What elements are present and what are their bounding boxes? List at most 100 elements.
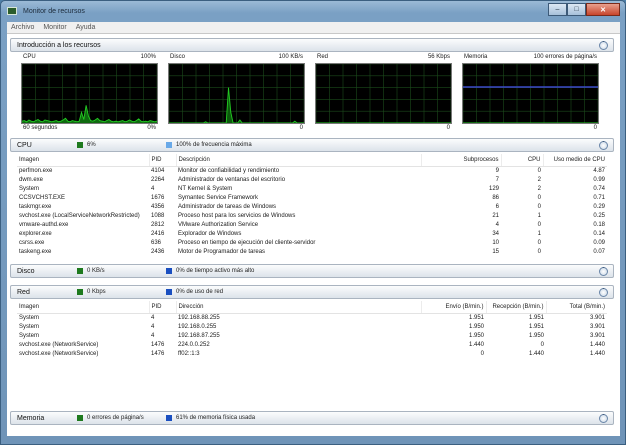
process-cell: 636 bbox=[151, 239, 162, 246]
network-cell: 3.901 bbox=[589, 314, 605, 321]
process-cell: 0 bbox=[537, 221, 541, 228]
cpu-table-header: Imagen PID Descripción Subprocesos CPU U… bbox=[17, 154, 607, 167]
column-header-total[interactable]: Total (B/min.) bbox=[546, 301, 607, 314]
network-graph bbox=[315, 63, 452, 124]
memory-graph-max: 100 errores de página/s bbox=[533, 54, 597, 60]
maximize-button[interactable]: □ bbox=[567, 3, 586, 16]
network-cell: 3.901 bbox=[589, 332, 605, 339]
process-cell: explorer.exe bbox=[19, 230, 52, 237]
menu-archivo[interactable]: Archivo bbox=[11, 24, 34, 31]
network-cell: 1.440 bbox=[589, 350, 605, 357]
column-header-image[interactable]: Imagen bbox=[17, 301, 150, 314]
cpu-section-header[interactable]: CPU 6% 100% de frecuencia máxima ˆ bbox=[10, 138, 614, 152]
disk-graph-label: Disco bbox=[170, 54, 186, 60]
network-cell: 1476 bbox=[151, 350, 165, 357]
process-cell: 0.18 bbox=[593, 221, 605, 228]
network-cell: 3.901 bbox=[589, 323, 605, 330]
network-cell: 1.951 bbox=[528, 323, 544, 330]
network-row[interactable]: System 4 192.168.87.255 1.950 1.950 3.901 bbox=[17, 331, 607, 340]
overview-title: Introducción a los recursos bbox=[17, 41, 101, 49]
process-cell: 0.99 bbox=[593, 176, 605, 183]
process-cell: 1 bbox=[537, 212, 541, 219]
network-cell: 4 bbox=[151, 332, 155, 339]
process-cell: Monitor de confiabilidad y rendimiento bbox=[178, 167, 280, 174]
column-header-avg-cpu[interactable]: Uso medio de CPU bbox=[543, 154, 607, 167]
cpu-usage-legend-icon bbox=[77, 142, 83, 148]
collapse-network-icon[interactable]: ˆ bbox=[599, 288, 608, 297]
network-row[interactable]: System 4 192.168.88.255 1.951 1.951 3.901 bbox=[17, 313, 607, 322]
process-cell: 4.87 bbox=[593, 167, 605, 174]
network-io-legend-icon bbox=[77, 289, 83, 295]
process-cell: vmware-authd.exe bbox=[19, 221, 69, 228]
network-row[interactable]: svchost.exe (NetworkService) 1476 224.0.0.… bbox=[17, 340, 607, 349]
main-content: Introducción a los recursos ˆ CPU 100% 60… bbox=[7, 34, 620, 436]
network-row[interactable]: svchost.exe (NetworkService) 1476 ff02::1:… bbox=[17, 349, 607, 358]
network-cell: svchost.exe (NetworkService) bbox=[19, 350, 99, 357]
memory-graph-label: Memoria bbox=[464, 54, 488, 60]
process-row[interactable]: svchost.exe (LocalServiceNetworkRestrict… bbox=[17, 211, 607, 220]
cpu-graph-panel: CPU 100% 60 segundos 0% bbox=[21, 54, 158, 134]
process-row[interactable]: csrss.exe 636 Proceso en tiempo de ejecuci… bbox=[17, 238, 607, 247]
process-row[interactable]: taskmgr.exe 4356 Administrador de tareas d… bbox=[17, 202, 607, 211]
network-table-header: Imagen PID Dirección Envío (B/min.) Rece… bbox=[17, 301, 607, 314]
menu-monitor[interactable]: Monitor bbox=[43, 24, 66, 31]
process-cell: 1 bbox=[537, 230, 541, 237]
network-cell: 224.0.0.252 bbox=[178, 341, 210, 348]
minimize-button[interactable]: – bbox=[548, 3, 567, 16]
process-cell: Explorador de Windows bbox=[178, 230, 242, 237]
column-header-address[interactable]: Dirección bbox=[176, 301, 422, 314]
network-activity-table: Imagen PID Dirección Envío (B/min.) Rece… bbox=[17, 301, 607, 371]
process-row[interactable]: dwm.exe 2264 Administrador de ventanas del… bbox=[17, 175, 607, 184]
column-header-image[interactable]: Imagen bbox=[17, 154, 150, 167]
memory-graph-panel: Memoria 100 errores de página/s 0 bbox=[462, 54, 599, 134]
network-row[interactable]: System 4 192.168.0.255 1.950 1.951 3.901 bbox=[17, 322, 607, 331]
process-row[interactable]: CCSVCHST.EXE 1676 Symantec Service Framewo… bbox=[17, 193, 607, 202]
process-cell: Symantec Service Framework bbox=[178, 194, 259, 201]
menu-ayuda[interactable]: Ayuda bbox=[76, 24, 96, 31]
collapse-cpu-icon[interactable]: ˆ bbox=[599, 141, 608, 150]
disk-section-title: Disco bbox=[17, 267, 35, 275]
column-header-receive[interactable]: Recepción (B/min.) bbox=[486, 301, 547, 314]
cpu-usage-summary: 6% bbox=[87, 142, 96, 148]
process-cell: 6 bbox=[495, 203, 499, 210]
column-header-pid[interactable]: PID bbox=[149, 154, 177, 167]
disk-io-legend-icon bbox=[77, 268, 83, 274]
network-usage-legend-icon bbox=[166, 289, 172, 295]
title-bar[interactable]: Monitor de recursos – □ ✕ bbox=[1, 1, 625, 22]
resource-monitor-window: Monitor de recursos – □ ✕ Archivo Monito… bbox=[0, 0, 626, 445]
column-header-send[interactable]: Envío (B/min.) bbox=[421, 301, 487, 314]
memory-section-title: Memoria bbox=[17, 414, 45, 422]
network-cell: 4 bbox=[151, 323, 155, 330]
network-cell: 1.950 bbox=[468, 323, 484, 330]
process-cell: Proceso en tiempo de ejecución del clien… bbox=[178, 239, 316, 246]
column-header-threads[interactable]: Subprocesos bbox=[421, 154, 502, 167]
network-section-header[interactable]: Red 0 Kbps 0% de uso de red ˆ bbox=[10, 285, 614, 299]
network-cell: 192.168.88.255 bbox=[178, 314, 220, 321]
process-cell: 2 bbox=[537, 185, 541, 192]
process-cell: taskmgr.exe bbox=[19, 203, 52, 210]
process-cell: NT Kernel & System bbox=[178, 185, 233, 192]
column-header-description[interactable]: Descripción bbox=[176, 154, 422, 167]
expand-memory-icon[interactable]: ˇ bbox=[599, 414, 608, 423]
process-cell: 2416 bbox=[151, 230, 165, 237]
expand-disk-icon[interactable]: ˇ bbox=[599, 267, 608, 276]
cpu-graph-label: CPU bbox=[23, 54, 36, 60]
process-row[interactable]: System 4 NT Kernel & System 129 2 0.74 bbox=[17, 184, 607, 193]
process-cell: 1676 bbox=[151, 194, 165, 201]
disk-section-header[interactable]: Disco 0 KB/s 0% de tiempo activo más alt… bbox=[10, 264, 614, 278]
process-row[interactable]: explorer.exe 2416 Explorador de Windows 34 1… bbox=[17, 229, 607, 238]
process-cell: 15 bbox=[492, 248, 499, 255]
collapse-overview-icon[interactable]: ˆ bbox=[599, 41, 608, 50]
process-row[interactable]: vmware-authd.exe 2812 VMware Authorization… bbox=[17, 220, 607, 229]
cpu-frequency-legend-icon bbox=[166, 142, 172, 148]
column-header-pid[interactable]: PID bbox=[149, 301, 177, 314]
memory-section-header[interactable]: Memoria 0 errores de página/s 61% de mem… bbox=[10, 411, 614, 425]
column-header-cpu[interactable]: CPU bbox=[501, 154, 544, 167]
process-row[interactable]: perfmon.exe 4104 Monitor de confiabilidad … bbox=[17, 166, 607, 175]
close-button[interactable]: ✕ bbox=[586, 3, 620, 16]
process-cell: System bbox=[19, 185, 40, 192]
process-row[interactable]: taskeng.exe 2436 Motor de Programador de t… bbox=[17, 247, 607, 256]
memory-faults-legend-icon bbox=[77, 415, 83, 421]
overview-section-header[interactable]: Introducción a los recursos ˆ bbox=[10, 38, 614, 52]
process-cell: 0 bbox=[537, 167, 541, 174]
